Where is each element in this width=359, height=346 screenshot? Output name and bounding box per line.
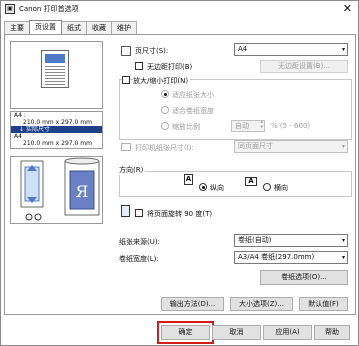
portrait-radio[interactable] xyxy=(199,183,207,191)
printer-paper-icon xyxy=(121,143,131,151)
window-title: Canon 打印首选项 xyxy=(19,5,79,13)
borderless-label: 无边距打印(B) xyxy=(147,63,193,71)
orientation-group xyxy=(119,171,352,197)
orientation-label: 方向(R) xyxy=(119,165,146,175)
roll-options-button[interactable]: 卷纸选项(O)... xyxy=(260,270,348,285)
paper-source-select[interactable]: 卷纸(自动) ▾ xyxy=(234,234,348,247)
info-line: A4 : xyxy=(14,112,26,119)
output-method-button[interactable]: 输出方法(D)... xyxy=(161,297,224,311)
cancel-button[interactable]: 取消 xyxy=(212,325,261,340)
paper-source-label: 纸张来源(U): xyxy=(119,238,160,246)
page-size-select[interactable]: A4 ▾ xyxy=(234,43,348,56)
borderless-checkbox[interactable] xyxy=(135,62,143,70)
ratio-label: 缩放比例 xyxy=(172,123,200,131)
output-size-select[interactable]: 同页面尺寸 ▾ xyxy=(234,140,348,153)
roll-width-select[interactable]: A3/A4 卷纸(297.0mm) ▾ xyxy=(234,251,348,264)
printer-icon: ▣ xyxy=(5,4,15,14)
info-line: 210.0 mm x 297.0 mm xyxy=(23,119,92,126)
landscape-label: 横向 xyxy=(274,184,288,192)
tab-maintenance[interactable]: 维护 xyxy=(111,21,137,35)
tab-page-setup[interactable]: 页设置 xyxy=(29,20,62,35)
tab-bar: 主要 页设置 纸式 收藏 维护 xyxy=(4,20,137,35)
rotate-icon xyxy=(121,205,130,217)
print-preferences-window: ▣ Canon 打印首选项 ✕ 主要 页设置 纸式 收藏 维护 A4 : 210… xyxy=(0,0,359,346)
ratio-spinner[interactable]: 自动 ▴ ▾ xyxy=(231,120,265,132)
page-sheet-icon xyxy=(41,50,69,88)
landscape-icon: A xyxy=(245,177,257,186)
apply-button[interactable]: 应用(A) xyxy=(263,325,312,340)
roll-width-label: 卷纸宽度(L): xyxy=(119,255,159,263)
rotate-checkbox[interactable] xyxy=(135,209,143,217)
close-icon[interactable]: ✕ xyxy=(343,2,352,15)
fit-paper-label: 适应纸张大小 xyxy=(172,91,214,99)
tab-paper[interactable]: 纸式 xyxy=(61,21,87,35)
portrait-icon: A xyxy=(184,174,193,185)
size-options-button[interactable]: 大小选项(Z)... xyxy=(230,297,293,311)
ratio-radio[interactable] xyxy=(161,122,169,130)
info-line: A4 xyxy=(14,133,22,140)
landscape-radio[interactable] xyxy=(263,183,271,191)
title-bar: ▣ Canon 打印首选项 ✕ xyxy=(1,1,358,17)
info-line: 210.0 mm x 297.0 mm xyxy=(23,140,92,147)
page-size-icon xyxy=(121,46,131,56)
page-preview xyxy=(10,41,103,109)
fit-width-radio[interactable] xyxy=(161,106,169,114)
scale-print-checkbox[interactable] xyxy=(122,76,130,84)
ratio-range: % (5 - 600) xyxy=(271,122,311,130)
tab-favorites[interactable]: 收藏 xyxy=(86,21,112,35)
scale-print-label: 放大/缩小打印(N) xyxy=(133,76,191,86)
info-line-selected: ↓ 实际尺寸 xyxy=(11,126,102,133)
portrait-label: 纵向 xyxy=(210,184,224,192)
borderless-settings-button[interactable]: 无边距设置(B)... xyxy=(260,60,348,73)
fit-width-label: 适合卷纸宽度 xyxy=(172,107,214,115)
paper-size-info: A4 : 210.0 mm x 297.0 mm ↓ 实际尺寸 A4 210.0… xyxy=(10,111,103,149)
help-button[interactable]: 帮助 xyxy=(314,325,350,340)
page-size-label: 页尺寸(S): xyxy=(135,47,169,55)
defaults-button[interactable]: 默认值(F) xyxy=(299,297,348,311)
roll-paper-preview: Я xyxy=(10,156,103,224)
rotate-label: 将页面旋转 90 度(T) xyxy=(147,210,213,218)
ok-button-highlight xyxy=(157,321,214,344)
output-size-label: 打印机纸张尺寸(I): xyxy=(135,144,194,152)
fit-paper-radio[interactable] xyxy=(161,90,169,98)
svg-text:Я: Я xyxy=(76,182,89,201)
tab-main[interactable]: 主要 xyxy=(4,21,30,35)
